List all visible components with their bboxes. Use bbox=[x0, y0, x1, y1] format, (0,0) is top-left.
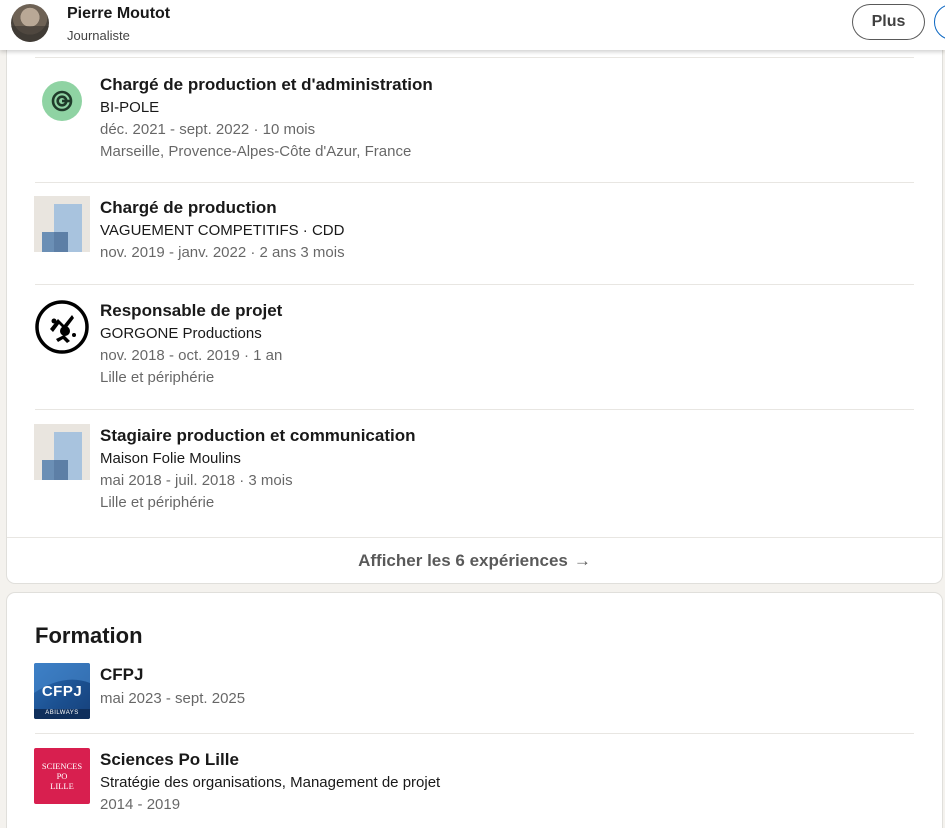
cfpj-logo-subtext: ABILWAYS bbox=[45, 710, 79, 716]
company-name: Maison Folie Moulins bbox=[100, 450, 241, 467]
show-all-experiences-button[interactable]: Afficher les 6 expériences → bbox=[7, 537, 942, 583]
education-section: Formation CFPJ ABILWAYS CFPJ mai 2023 - … bbox=[7, 593, 942, 828]
logo-line: LILLE bbox=[50, 781, 74, 791]
cfpj-logo-text: CFPJ bbox=[41, 683, 83, 700]
employment-dates: mai 2018 - juil. 2018 · 3 mois bbox=[100, 472, 293, 489]
job-title: Chargé de production bbox=[100, 198, 277, 217]
logo-line: PO bbox=[56, 771, 68, 781]
employment-dates: déc. 2021 - sept. 2022 · 10 mois bbox=[100, 121, 316, 138]
job-title: Chargé de production et d'administration bbox=[100, 75, 433, 94]
profile-name: Pierre Moutot bbox=[67, 5, 171, 22]
school-name: Sciences Po Lille bbox=[100, 750, 239, 769]
company-name: BI-POLE bbox=[100, 99, 160, 116]
logo-line: SCIENCES bbox=[41, 761, 83, 771]
avatar[interactable] bbox=[11, 4, 49, 42]
company-name: GORGONE Productions bbox=[100, 325, 262, 342]
divider bbox=[35, 733, 914, 734]
sticky-profile-header: Pierre Moutot Journaliste Plus bbox=[0, 0, 945, 50]
divider bbox=[35, 409, 914, 410]
show-all-label: Afficher les 6 expériences bbox=[358, 550, 568, 570]
employment-dates: nov. 2018 - oct. 2019 · 1 an bbox=[100, 347, 283, 364]
section-heading: Formation bbox=[35, 623, 143, 648]
study-dates: mai 2023 - sept. 2025 bbox=[100, 690, 246, 707]
field-of-study: Stratégie des organisations, Management … bbox=[100, 774, 441, 791]
employment-dates: nov. 2019 - janv. 2022 · 2 ans 3 mois bbox=[100, 244, 345, 261]
more-button[interactable]: Plus bbox=[852, 4, 925, 40]
job-location: Lille et périphérie bbox=[100, 369, 215, 386]
bi-pole-logo[interactable] bbox=[34, 73, 90, 129]
arrow-right-icon: → bbox=[573, 550, 591, 570]
divider bbox=[35, 182, 914, 183]
job-title: Responsable de projet bbox=[100, 301, 283, 320]
divider bbox=[35, 57, 914, 58]
cfpj-logo[interactable]: CFPJ ABILWAYS bbox=[34, 663, 90, 719]
next-action-button[interactable] bbox=[934, 4, 945, 40]
study-dates: 2014 - 2019 bbox=[100, 796, 181, 813]
sciences-po-lille-logo[interactable]: SCIENCES PO LILLE bbox=[34, 748, 90, 804]
company-name: VAGUEMENT COMPETITIFS · CDD bbox=[100, 222, 345, 239]
gorgone-logo[interactable] bbox=[34, 299, 90, 355]
job-location: Lille et périphérie bbox=[100, 494, 215, 511]
job-title: Stagiaire production et communication bbox=[100, 426, 416, 445]
experience-section: Chargé de production et d'administration… bbox=[7, 0, 942, 583]
job-location: Marseille, Provence-Alpes-Côte d'Azur, F… bbox=[100, 143, 412, 160]
company-placeholder-logo[interactable] bbox=[34, 196, 90, 252]
company-placeholder-logo[interactable] bbox=[34, 424, 90, 480]
profile-headline: Journaliste bbox=[67, 28, 130, 43]
divider bbox=[35, 284, 914, 285]
school-name: CFPJ bbox=[100, 665, 144, 684]
